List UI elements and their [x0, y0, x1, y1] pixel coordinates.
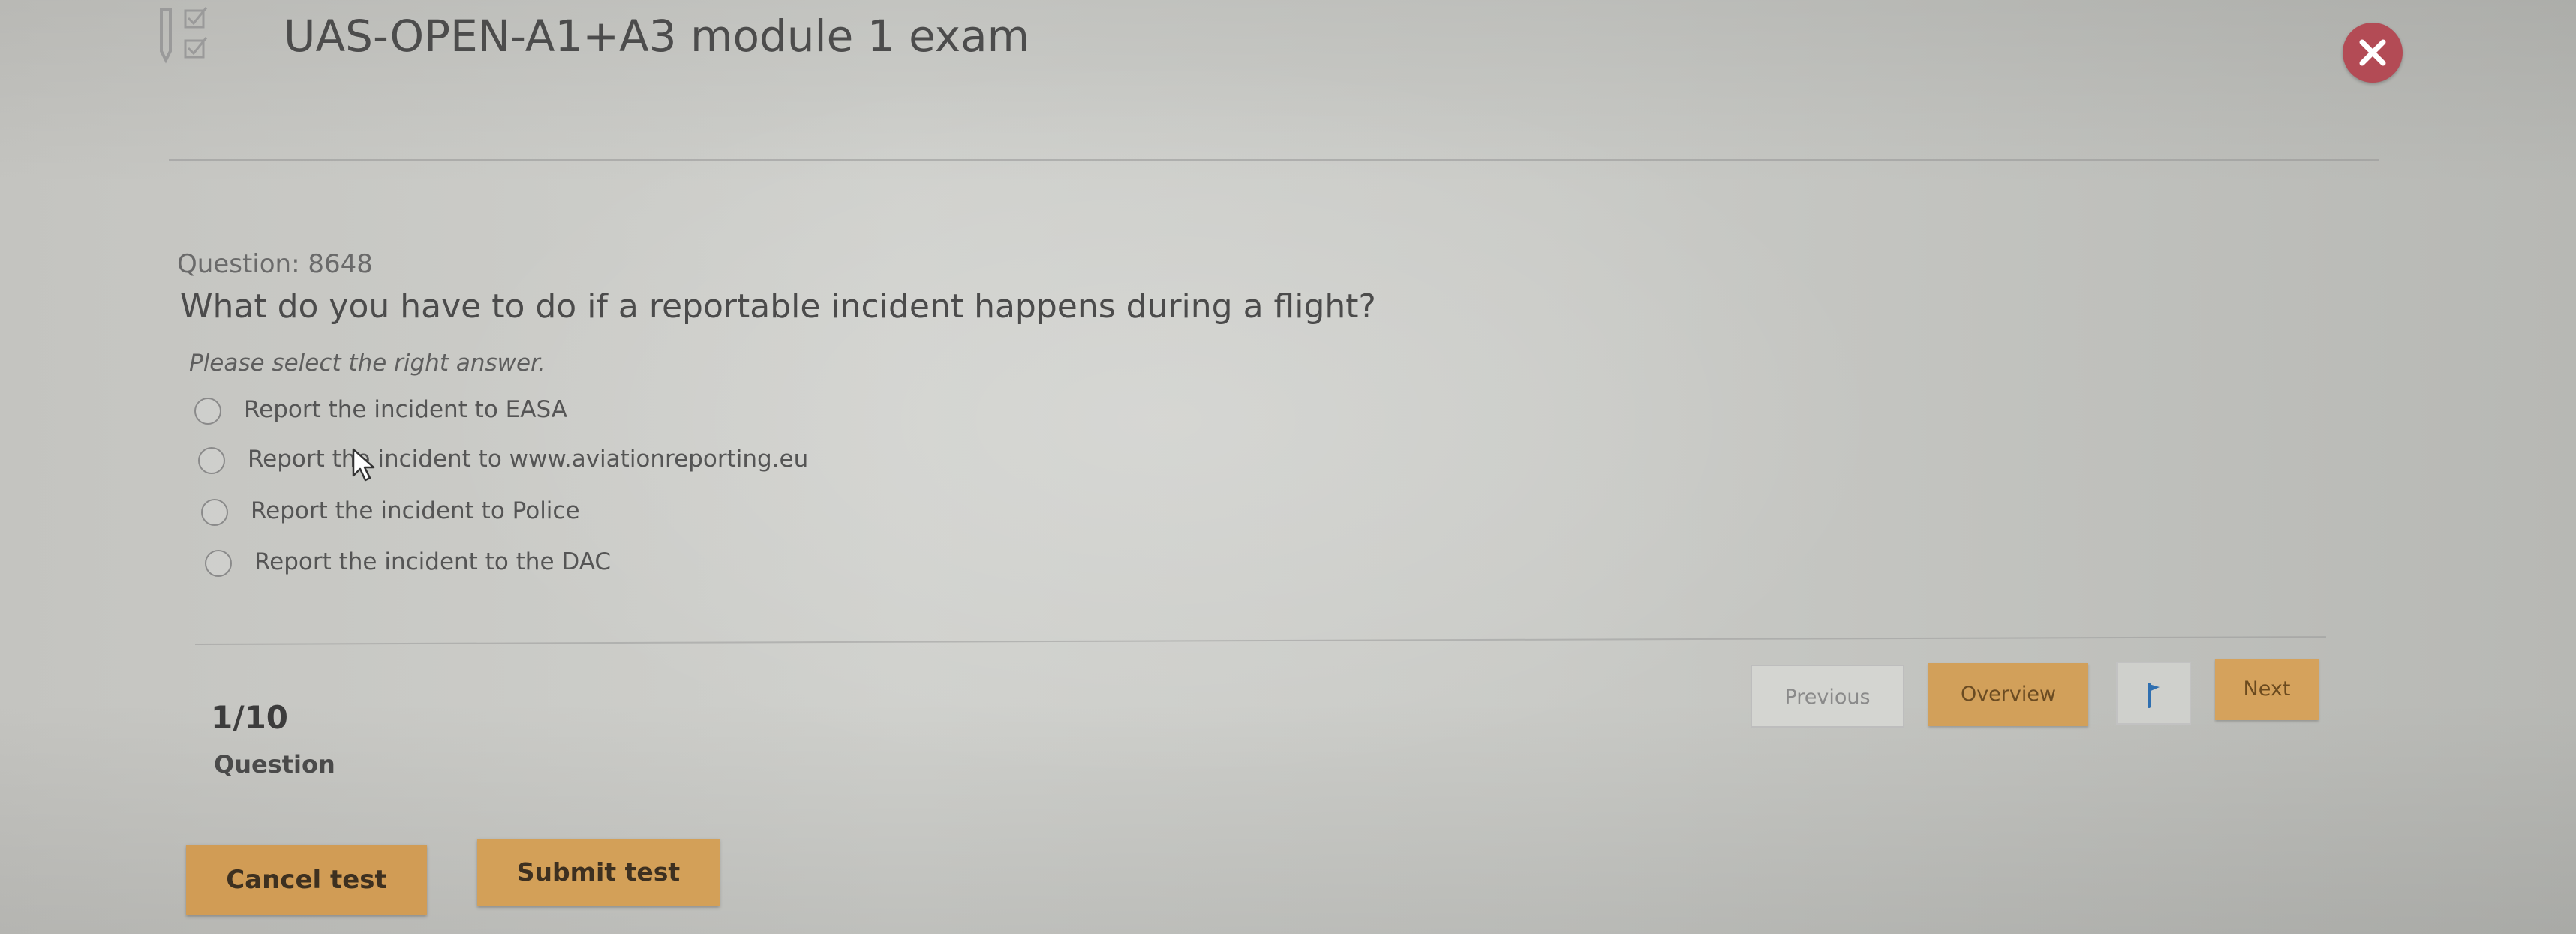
question-number: Question: 8648: [177, 249, 373, 279]
overview-button[interactable]: Overview: [1928, 663, 2088, 726]
exam-title: UAS-OPEN-A1+A3 module 1 exam: [284, 11, 1030, 62]
exam-header: UAS-OPEN-A1+A3 module 1 exam: [0, 0, 2576, 150]
radio-button[interactable]: [198, 447, 225, 474]
close-button[interactable]: [2343, 23, 2403, 83]
answer-option-label: Report the incident to Police: [251, 497, 580, 524]
answer-option-4[interactable]: Report the incident to the DAC: [205, 547, 625, 580]
answer-option-3[interactable]: Report the incident to Police: [201, 496, 606, 529]
answer-option-label: Report the incident to the DAC: [254, 548, 612, 575]
flag-icon: [2148, 683, 2160, 708]
answer-option-1[interactable]: Report the incident to EASA: [194, 395, 615, 428]
mouse-cursor-icon: [352, 448, 375, 482]
answer-instruction: Please select the right answer.: [189, 350, 546, 377]
question-counter: 1/10: [211, 699, 289, 736]
flag-button[interactable]: [2116, 662, 2191, 725]
checklist-pencil-icon: [154, 5, 214, 66]
answer-option-label: Report the incident to EASA: [244, 396, 567, 423]
answer-option-2[interactable]: Report the incident to www.aviationrepor…: [198, 444, 828, 477]
header-divider: [169, 159, 2379, 161]
submit-test-button[interactable]: Submit test: [477, 839, 720, 906]
question-text: What do you have to do if a reportable i…: [180, 287, 1376, 326]
question-counter-label: Question: [214, 750, 335, 779]
cancel-test-button[interactable]: Cancel test: [186, 845, 427, 915]
close-icon: [2359, 39, 2386, 66]
radio-button[interactable]: [201, 499, 228, 526]
radio-button[interactable]: [194, 398, 221, 425]
section-divider: [194, 636, 2326, 645]
next-button[interactable]: Next: [2215, 659, 2319, 720]
answer-option-label: Report the incident to www.aviationrepor…: [248, 446, 809, 473]
previous-button[interactable]: Previous: [1751, 665, 1904, 728]
radio-button[interactable]: [205, 550, 232, 577]
